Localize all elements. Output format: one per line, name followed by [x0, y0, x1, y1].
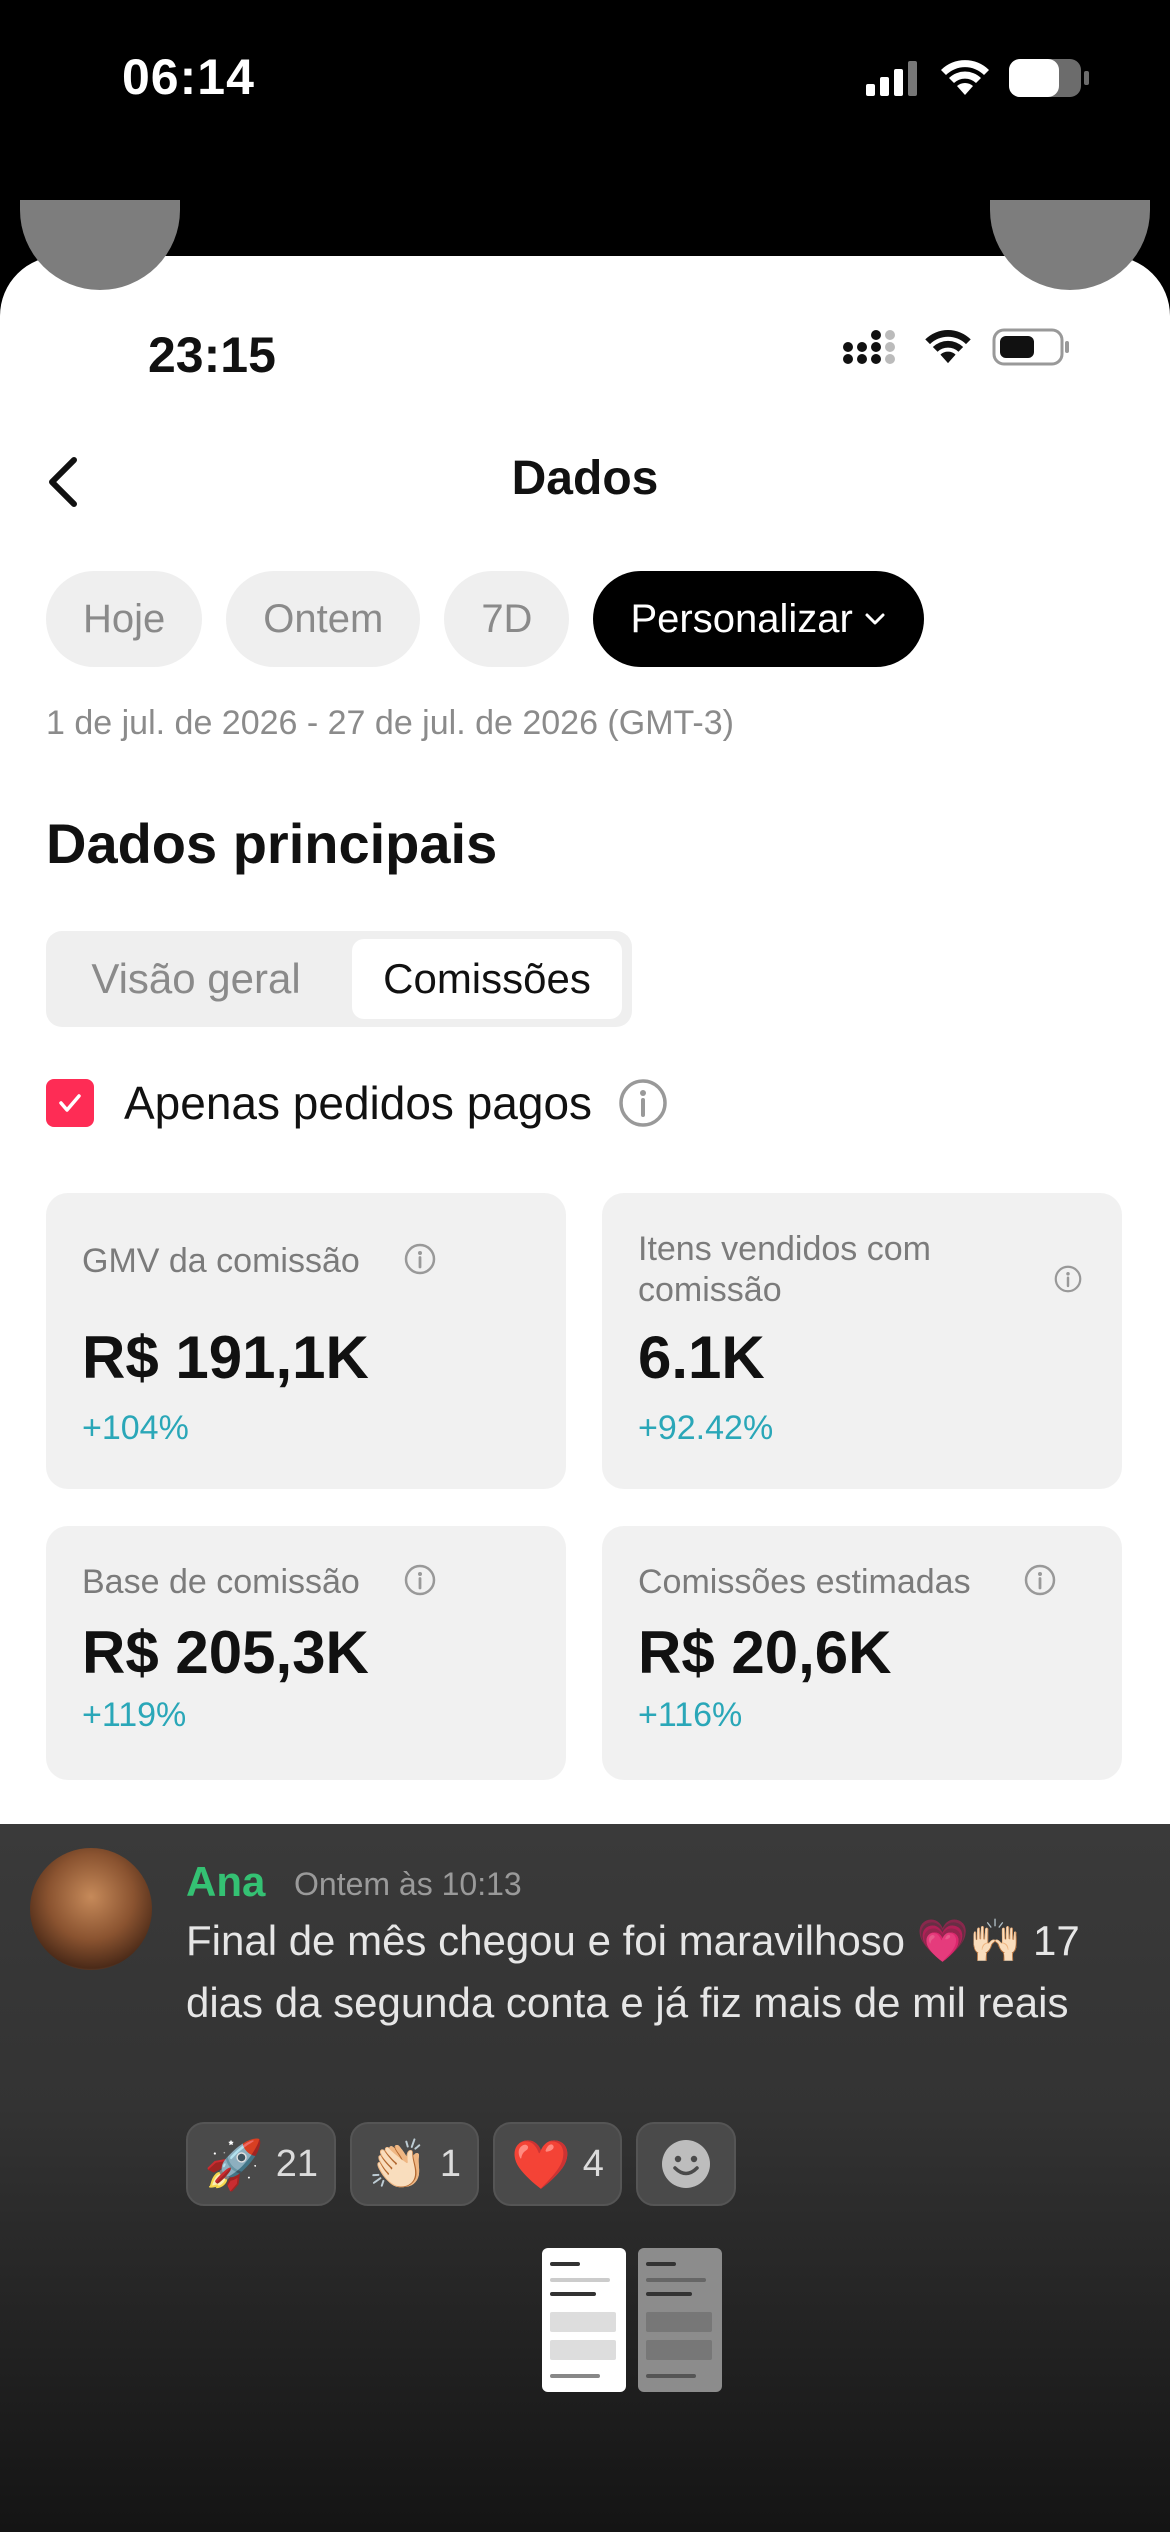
metric-label-text: GMV da comissão	[82, 1242, 360, 1280]
metric-card-commission-gmv[interactable]: GMV da comissão R$ 191,1K +104%	[46, 1193, 566, 1489]
paid-orders-checkbox[interactable]	[46, 1079, 94, 1127]
message-timestamp: Ontem às 10:13	[294, 1866, 522, 1902]
chevron-down-icon	[865, 613, 885, 625]
info-icon[interactable]	[404, 1564, 436, 1596]
avatar[interactable]	[30, 1848, 152, 1970]
metric-card-items-sold[interactable]: Itens vendidos com comissão 6.1K +92.42%	[602, 1193, 1122, 1489]
metric-value: R$ 205,3K	[82, 1619, 369, 1686]
reaction-bar: 🚀 21 👏🏻 1 ❤️ 4	[186, 2122, 736, 2206]
reaction-count: 21	[275, 2142, 319, 2185]
paid-orders-label: Apenas pedidos pagos	[124, 1077, 593, 1129]
metric-label: Base de comissão	[82, 1563, 360, 1601]
chip-custom-label: Personalizar	[630, 596, 853, 641]
outer-status-icons	[866, 58, 1090, 98]
date-range-text: 1 de jul. de 2026 - 27 de jul. de 2026 (…	[46, 704, 734, 742]
inner-status-icons	[842, 322, 1072, 372]
metric-card-estimated-commissions[interactable]: Comissões estimadas R$ 20,6K +116%	[602, 1526, 1122, 1780]
segment-overview[interactable]: Visão geral	[46, 939, 346, 1019]
metric-value: 6.1K	[638, 1324, 765, 1391]
info-icon[interactable]	[404, 1243, 436, 1275]
message-text: Final de mês chegou e foi maravilhoso 💗🙌…	[186, 1917, 1080, 2026]
metric-card-commission-base[interactable]: Base de comissão R$ 205,3K +119%	[46, 1526, 566, 1780]
metric-delta: +104%	[82, 1409, 189, 1447]
info-icon[interactable]	[1024, 1564, 1056, 1596]
info-icon[interactable]	[618, 1078, 668, 1128]
attachment-thumbnail[interactable]	[638, 2248, 722, 2392]
info-icon[interactable]	[1054, 1265, 1082, 1293]
wifi-icon	[925, 330, 971, 364]
screenshot-sheet: 23:15 Dados Hoje Ontem 7D Personalizar 1…	[0, 256, 1170, 1826]
attachment-thumbnail[interactable]	[542, 2248, 626, 2392]
section-title: Dados principais	[46, 812, 498, 875]
battery-icon	[1009, 59, 1089, 97]
metric-label: Comissões estimadas	[638, 1563, 971, 1601]
reaction-count: 4	[582, 2142, 604, 2185]
metrics-segmented-control: Visão geral Comissões	[46, 931, 632, 1027]
reaction-count: 1	[439, 2142, 461, 2185]
checkmark-icon	[59, 1094, 81, 1112]
rocket-emoji: 🚀	[204, 2136, 264, 2193]
date-filter-chips: Hoje Ontem 7D Personalizar	[46, 571, 924, 667]
outer-status-bar: 06:14	[0, 0, 1170, 160]
battery-icon	[992, 328, 1069, 366]
reaction-clap[interactable]: 👏🏻 1	[350, 2122, 479, 2206]
reaction-heart[interactable]: ❤️ 4	[492, 2122, 622, 2206]
chip-today[interactable]: Hoje	[46, 571, 203, 667]
chip-custom[interactable]: Personalizar	[593, 571, 924, 667]
clap-emoji: 👏🏻	[368, 2136, 428, 2193]
signal-icon	[866, 61, 917, 96]
segment-commissions[interactable]: Comissões	[352, 939, 622, 1019]
metric-delta: +116%	[638, 1696, 743, 1734]
inner-clock: 23:15	[148, 327, 276, 383]
paid-orders-filter: Apenas pedidos pagos	[46, 1076, 668, 1130]
message-author[interactable]: Ana	[186, 1858, 265, 1906]
signal-dots-icon	[843, 330, 895, 364]
metric-label: GMV da comissão	[82, 1241, 360, 1282]
add-reaction-button[interactable]	[635, 2122, 736, 2206]
metric-value: R$ 20,6K	[638, 1619, 892, 1686]
chip-yesterday[interactable]: Ontem	[226, 571, 421, 667]
page-title: Dados	[511, 452, 659, 505]
metric-label: Itens vendidos com comissão	[638, 1230, 931, 1310]
heart-emoji: ❤️	[510, 2136, 571, 2193]
metric-value: R$ 191,1K	[82, 1324, 369, 1391]
chip-7d[interactable]: 7D	[444, 571, 570, 667]
metric-delta: +119%	[82, 1696, 187, 1734]
outer-clock: 06:14	[122, 49, 255, 105]
smiley-icon	[661, 2140, 710, 2188]
wifi-icon	[941, 60, 989, 95]
metric-delta: +92.42%	[638, 1409, 774, 1447]
reaction-rocket[interactable]: 🚀 21	[186, 2122, 337, 2206]
